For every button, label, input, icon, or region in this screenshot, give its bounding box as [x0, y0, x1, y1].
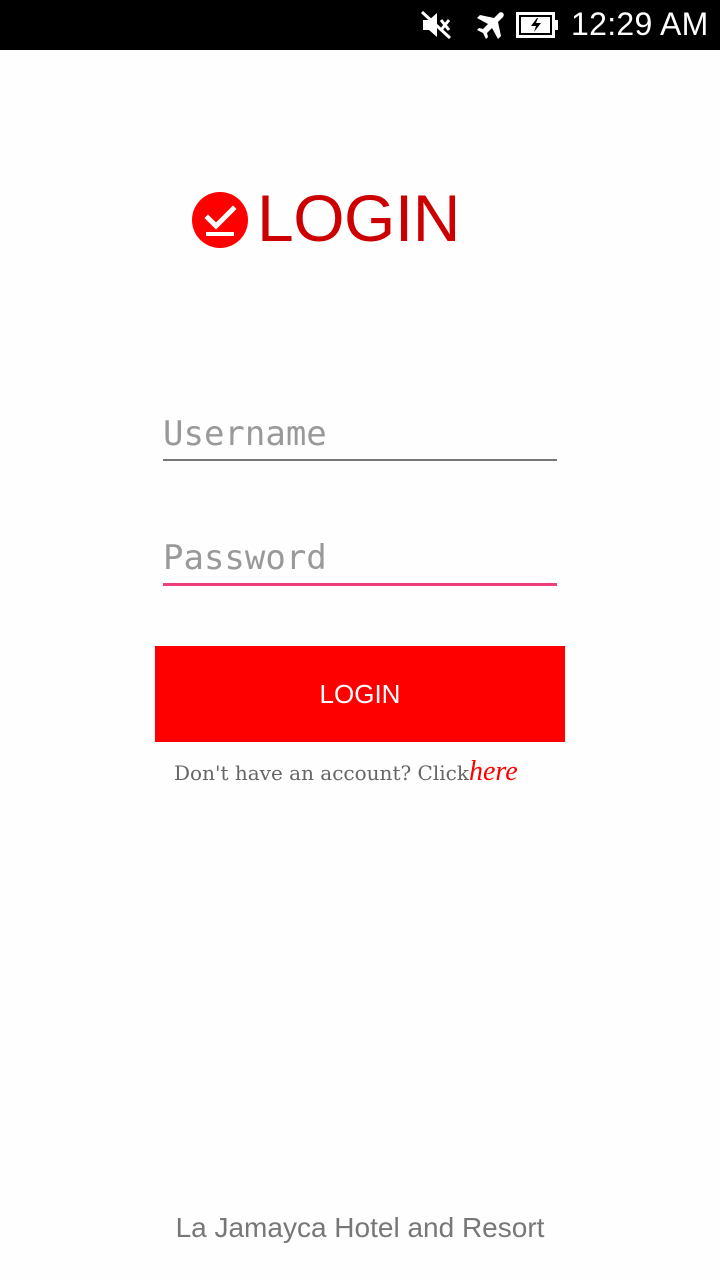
airplane-mode-icon: [474, 9, 506, 46]
check-circle-icon: [191, 191, 249, 254]
signup-link[interactable]: here: [469, 756, 518, 787]
signup-prompt: Don't have an account? Clickhere: [174, 756, 518, 788]
page-title: LOGIN: [257, 181, 460, 255]
password-input[interactable]: [163, 532, 557, 586]
battery-charging-icon: [516, 12, 560, 43]
signup-prompt-text: Don't have an account? Click: [174, 761, 469, 785]
mute-icon: [419, 9, 453, 46]
username-input[interactable]: [163, 409, 557, 461]
status-clock: 12:29 AM: [571, 6, 709, 42]
login-button[interactable]: LOGIN: [155, 646, 565, 742]
footer-brand: La Jamayca Hotel and Resort: [175, 1212, 545, 1243]
status-bar: 12:29 AM: [0, 0, 720, 50]
